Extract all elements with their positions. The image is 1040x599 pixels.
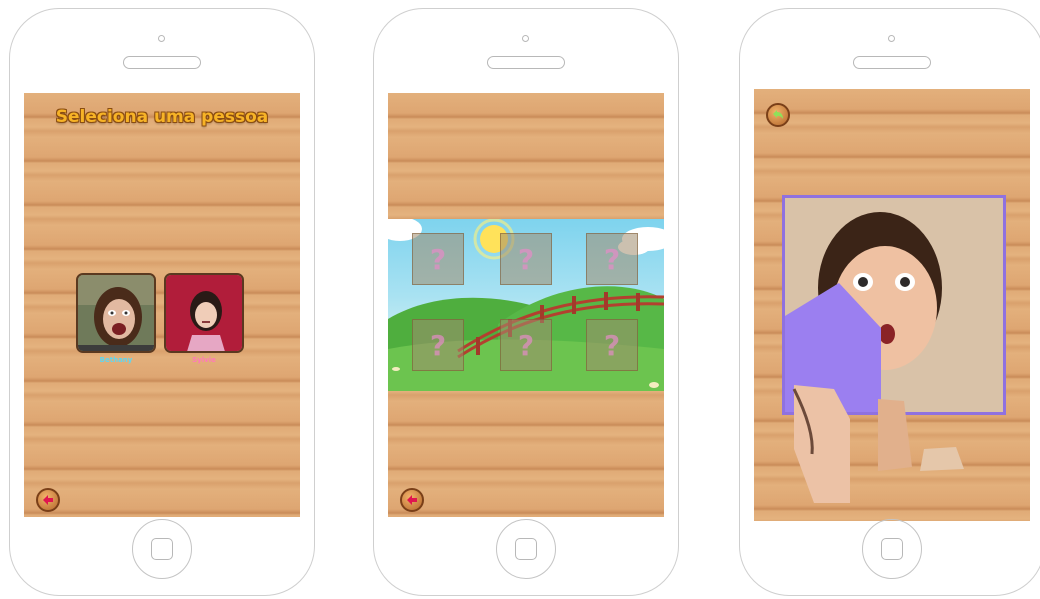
camera: [158, 35, 165, 42]
camera: [522, 35, 529, 42]
person-name-bethany: Bethany: [99, 356, 133, 364]
memory-game-screen: ? ? ? ? ? ?: [388, 93, 664, 517]
speaker: [853, 56, 931, 69]
hill-scene: ? ? ? ? ? ?: [388, 219, 664, 391]
camera: [888, 35, 895, 42]
person-card-bethany[interactable]: [76, 273, 156, 353]
puzzle-screen: [754, 89, 1030, 521]
home-button[interactable]: [496, 519, 556, 579]
memory-tile[interactable]: ?: [412, 319, 464, 371]
sylvie-photo: [166, 275, 242, 351]
memory-tile[interactable]: ?: [586, 319, 638, 371]
back-button[interactable]: [36, 488, 60, 512]
bethany-photo: [78, 275, 154, 351]
phone-frame-2: ? ? ? ? ? ?: [373, 8, 679, 596]
memory-tile[interactable]: ?: [412, 233, 464, 285]
phone-frame-1: Seleciona uma pessoa Bethany Sylvie: [9, 8, 315, 596]
question-mark: ?: [603, 328, 621, 362]
home-button[interactable]: [862, 519, 922, 579]
back-button[interactable]: [400, 488, 424, 512]
speaker: [123, 56, 201, 69]
person-name-sylvie: Sylvie: [192, 356, 216, 364]
question-mark: ?: [429, 328, 447, 362]
memory-tile[interactable]: ?: [586, 233, 638, 285]
question-mark: ?: [429, 242, 447, 276]
speaker: [487, 56, 565, 69]
page-title: Seleciona uma pessoa: [55, 107, 269, 127]
question-mark: ?: [517, 328, 535, 362]
question-mark: ?: [603, 242, 621, 276]
loose-puzzle-pieces: [792, 385, 964, 503]
home-button[interactable]: [132, 519, 192, 579]
phone-frame-3: [739, 8, 1040, 596]
person-select-screen: Seleciona uma pessoa Bethany Sylvie: [24, 93, 300, 517]
memory-tile[interactable]: ?: [500, 233, 552, 285]
question-mark: ?: [517, 242, 535, 276]
memory-tile[interactable]: ?: [500, 319, 552, 371]
back-arrow-icon: [407, 495, 417, 505]
back-arrow-icon: [43, 495, 53, 505]
person-card-sylvie[interactable]: [164, 273, 244, 353]
